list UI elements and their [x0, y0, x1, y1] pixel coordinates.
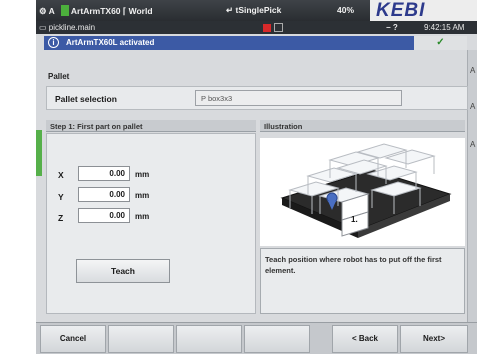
banner-message: ArtArmTX60L activated [66, 38, 155, 47]
pallet-selection-label: Pallet selection [55, 94, 117, 104]
first-position-label: 1. [351, 215, 358, 224]
x-unit: mm [135, 170, 150, 179]
softkey-empty-3[interactable] [244, 325, 310, 353]
override-percent[interactable]: 40% [337, 5, 354, 15]
stop-indicator-icon [263, 24, 271, 32]
illustration-title: Illustration [260, 120, 465, 132]
z-unit: mm [135, 212, 150, 221]
user-icon[interactable]: − ? [386, 23, 398, 32]
pallet-section-title: Pallet [48, 72, 70, 81]
robot-name[interactable]: ArtArmTX60 [71, 6, 121, 16]
right-softkey-strip: A A A [467, 50, 477, 322]
right-tab-1[interactable]: A [470, 66, 475, 75]
acknowledge-button[interactable]: ✓ [414, 36, 467, 50]
program-name: tSinglePick [235, 5, 282, 15]
frame-name[interactable]: World [129, 6, 153, 16]
pallet-grid-image [280, 143, 452, 238]
z-value-field[interactable]: 0.00 [78, 208, 130, 223]
file-icon: ▭ [39, 23, 47, 32]
top-left-status: ⚙ A ArtArmTX60 ⌈ World [39, 5, 153, 17]
softkey-empty-2[interactable] [176, 325, 242, 353]
softkey-bar: Cancel < Back Next> [36, 322, 477, 354]
back-button[interactable]: < Back [332, 325, 398, 353]
step-title: Step 1: First part on pallet [46, 120, 256, 132]
brand-logo: KEBI [370, 0, 477, 21]
file-bar: ▭ pickline.main − ? 9:42:15 AM [36, 21, 477, 34]
robot-status-icon [60, 5, 69, 16]
active-step-accent [36, 130, 42, 176]
y-value-field[interactable]: 0.00 [78, 187, 130, 202]
top-status-bar: ⚙ A ArtArmTX60 ⌈ World ↵ tSinglePick 40%… [36, 0, 477, 21]
program-icon: ↵ [226, 5, 234, 15]
program-indicator[interactable]: ↵ tSinglePick [226, 5, 281, 16]
z-label: Z [58, 213, 64, 223]
info-icon: i [48, 37, 59, 48]
status-letter: A [48, 6, 55, 16]
illustration-description: Teach position where robot has to put of… [260, 248, 465, 314]
info-banner: i ArtArmTX60L activated ✓ [44, 36, 467, 50]
teach-pendant-screen: ⚙ A ArtArmTX60 ⌈ World ↵ tSinglePick 40%… [36, 0, 477, 354]
right-tab-2[interactable]: A [470, 102, 475, 111]
right-tab-3[interactable]: A [470, 140, 475, 149]
y-label: Y [58, 192, 64, 202]
cancel-button[interactable]: Cancel [40, 325, 106, 353]
pallet-illustration: 1. [260, 138, 465, 246]
next-button[interactable]: Next> [400, 325, 468, 353]
file-label: pickline.main [48, 23, 96, 32]
file-name[interactable]: ▭ pickline.main [39, 23, 95, 32]
pallet-selection-field[interactable]: P box3x3 [195, 90, 402, 106]
clock-time: 9:42:15 AM [424, 23, 465, 32]
gear-icon: ⚙ [39, 6, 47, 16]
teach-button[interactable]: Teach [76, 259, 170, 283]
step-panel [46, 133, 256, 314]
y-unit: mm [135, 191, 150, 200]
x-value-field[interactable]: 0.00 [78, 166, 130, 181]
frame-icon: ⌈ [122, 6, 127, 16]
grid-icon [274, 23, 283, 32]
softkey-empty-1[interactable] [108, 325, 174, 353]
x-label: X [58, 170, 64, 180]
pallet-selection-row: Pallet selection P box3x3 [46, 86, 468, 110]
